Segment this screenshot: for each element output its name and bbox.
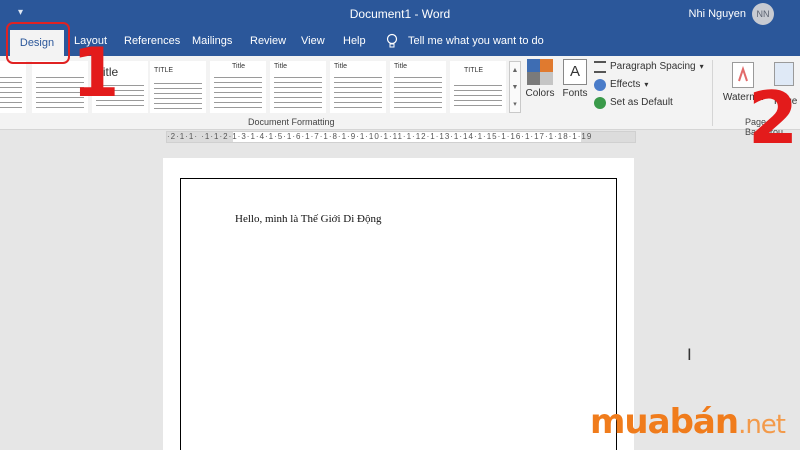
gallery-scroll[interactable]: ▲ ▼ ▾ bbox=[509, 61, 521, 113]
brand-watermark: muabán.net bbox=[590, 402, 786, 442]
annotation-step-2: 2 bbox=[748, 76, 799, 160]
colors-button[interactable]: Colors bbox=[525, 59, 555, 114]
style-gallery-item[interactable]: Title bbox=[330, 61, 386, 113]
effects-label: Effects bbox=[610, 79, 641, 90]
chevron-down-icon[interactable]: ▼ bbox=[510, 79, 520, 96]
set-as-default-button[interactable]: Set as Default bbox=[594, 94, 704, 112]
style-gallery-item[interactable]: TITLE bbox=[150, 61, 206, 113]
check-circle-icon bbox=[594, 97, 606, 109]
user-name[interactable]: Nhi Nguyen bbox=[689, 8, 746, 20]
group-divider bbox=[712, 60, 713, 126]
style-gallery-item[interactable]: TITLE bbox=[450, 61, 506, 113]
effects-icon bbox=[594, 79, 606, 91]
style-title: Title bbox=[232, 63, 245, 70]
style-title: Title bbox=[394, 63, 407, 70]
style-title: TITLE bbox=[154, 67, 174, 74]
ruler-ticks: ·2·1·1· ·1·1·2·1·3·1·4·1·5·1·6·1·7·1·8·1… bbox=[167, 132, 593, 141]
style-gallery-item[interactable]: Title bbox=[270, 61, 326, 113]
tab-mailings[interactable]: Mailings bbox=[192, 35, 232, 47]
document-body-text[interactable]: Hello, mình là Thế Giới Di Động bbox=[235, 213, 381, 225]
tab-help[interactable]: Help bbox=[343, 35, 366, 47]
window-title: Document1 - Word bbox=[349, 7, 451, 21]
text-cursor-icon: I bbox=[687, 345, 692, 364]
annotation-highlight-box bbox=[6, 22, 70, 64]
tab-references[interactable]: References bbox=[124, 35, 180, 47]
style-title: TITLE bbox=[464, 67, 484, 74]
paragraph-spacing-button[interactable]: Paragraph Spacing ▾ bbox=[594, 58, 704, 76]
tell-me-search[interactable]: Tell me what you want to do bbox=[408, 35, 544, 47]
title-bar: ▾ Document1 - Word Nhi Nguyen NN bbox=[0, 0, 800, 28]
brand-name: muabán bbox=[590, 402, 739, 442]
chevron-up-icon[interactable]: ▲ bbox=[510, 62, 520, 79]
style-title: Title bbox=[334, 63, 347, 70]
paragraph-spacing-label: Paragraph Spacing bbox=[610, 61, 696, 72]
style-title: Title bbox=[274, 63, 287, 70]
tab-view[interactable]: View bbox=[301, 35, 325, 47]
paragraph-spacing-icon bbox=[594, 61, 606, 73]
effects-button[interactable]: Effects ▾ bbox=[594, 76, 704, 94]
lightbulb-icon bbox=[386, 33, 398, 48]
style-gallery-item[interactable]: Title bbox=[390, 61, 446, 113]
ribbon-tabs: Design Layout References Mailings Review… bbox=[0, 28, 800, 56]
annotation-step-1: 1 bbox=[72, 34, 120, 113]
colors-label: Colors bbox=[525, 88, 555, 99]
avatar[interactable]: NN bbox=[752, 3, 774, 25]
set-as-default-label: Set as Default bbox=[610, 97, 673, 108]
horizontal-ruler[interactable]: ·2·1·1· ·1·1·2·1·3·1·4·1·5·1·6·1·7·1·8·1… bbox=[166, 131, 636, 143]
chevron-down-icon: ▾ bbox=[644, 80, 649, 89]
group-label-document-formatting: Document Formatting bbox=[248, 117, 335, 127]
chevron-down-icon: ▾ bbox=[699, 62, 704, 71]
font-icon: A bbox=[563, 59, 587, 85]
fonts-label: Fonts bbox=[562, 88, 588, 99]
style-gallery-item[interactable]: Title bbox=[210, 61, 266, 113]
tab-review[interactable]: Review bbox=[250, 35, 286, 47]
more-icon[interactable]: ▾ bbox=[510, 96, 520, 113]
formatting-options: Paragraph Spacing ▾ Effects ▾ Set as Def… bbox=[594, 58, 704, 112]
brand-suffix: .net bbox=[738, 410, 786, 440]
fonts-button[interactable]: A Fonts bbox=[560, 59, 590, 114]
design-ribbon: Title TITLE Title Title Title Title TITL… bbox=[0, 56, 800, 137]
palette-icon bbox=[527, 59, 553, 85]
style-gallery-item[interactable] bbox=[0, 61, 26, 113]
